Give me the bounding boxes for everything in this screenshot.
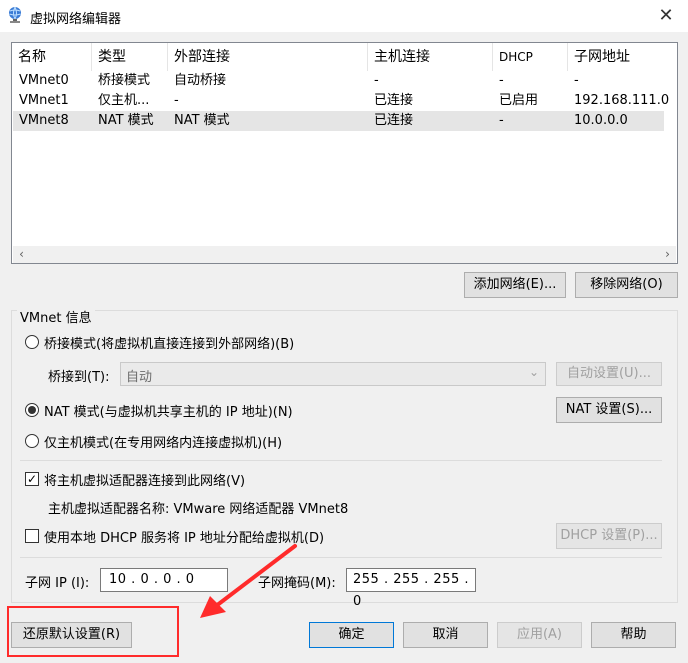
cell-name: VMnet8	[19, 113, 69, 128]
cell-dhcp: 已启用	[499, 93, 539, 108]
subnet-ip-label: 子网 IP (I):	[25, 576, 90, 591]
cell-type: 仅主机...	[98, 93, 150, 108]
annotation-arrow-icon	[200, 544, 297, 618]
vmnet-info-title: VMnet 信息	[17, 307, 95, 326]
auto-settings-button[interactable]: 自动设置(U)...	[556, 362, 662, 386]
subnet-mask-input[interactable]: 255 . 255 . 255 . 0	[346, 568, 476, 609]
cell-dhcp: -	[499, 73, 504, 88]
close-icon[interactable]: ✕	[650, 2, 682, 30]
bridge-to-select[interactable]: 自动 ⌄	[120, 362, 546, 386]
cell-host: 已连接	[374, 113, 414, 128]
network-globe-icon	[9, 6, 21, 23]
remove-network-button[interactable]: 移除网络(O)	[575, 272, 678, 298]
cell-host: -	[374, 73, 379, 88]
bridge-to-value: 自动	[126, 370, 153, 385]
cell-subnet: 10.0.0.0	[574, 113, 628, 128]
vmnet-info-group	[11, 310, 678, 603]
scroll-left-icon[interactable]: ‹	[13, 246, 30, 263]
window-title: 虚拟网络编辑器	[30, 12, 122, 27]
column-header-dhcp[interactable]: DHCP	[493, 43, 568, 71]
nat-mode-radio[interactable]	[25, 403, 39, 417]
scroll-right-icon[interactable]: ›	[659, 246, 676, 263]
divider	[20, 557, 662, 558]
annotation-highlight-box	[7, 606, 179, 657]
bridged-mode-radio[interactable]	[25, 335, 39, 349]
host-only-label[interactable]: 仅主机模式(在专用网络内连接虚拟机)(H)	[44, 432, 282, 451]
cell-external: 自动桥接	[174, 73, 227, 88]
column-header-name[interactable]: 名称	[12, 43, 92, 71]
nat-mode-label[interactable]: NAT 模式(与虚拟机共享主机的 IP 地址)(N)	[44, 401, 293, 420]
cell-host: 已连接	[374, 93, 414, 108]
divider	[20, 460, 662, 461]
table-row-selected[interactable]: VMnet8 NAT 模式 NAT 模式 已连接 - 10.0.0.0	[13, 111, 664, 131]
chevron-down-icon: ⌄	[528, 365, 539, 379]
column-header-subnet[interactable]: 子网地址	[568, 43, 677, 71]
cell-type: 桥接模式	[98, 73, 151, 88]
table-row[interactable]: VMnet1 仅主机... - 已连接 已启用 192.168.111.0	[13, 91, 669, 111]
cell-external: NAT 模式	[174, 113, 230, 128]
add-network-button[interactable]: 添加网络(E)...	[464, 272, 566, 298]
cell-external: -	[174, 93, 179, 108]
help-button[interactable]: 帮助	[591, 622, 676, 648]
check-icon: ✓	[26, 472, 38, 486]
radio-selected-dot	[28, 406, 36, 414]
horizontal-scrollbar[interactable]: ‹ ›	[13, 246, 676, 263]
cell-type: NAT 模式	[98, 113, 154, 128]
use-dhcp-checkbox[interactable]	[25, 529, 39, 543]
cell-subnet: -	[574, 73, 579, 88]
apply-button[interactable]: 应用(A)	[497, 622, 582, 648]
connect-adapter-checkbox[interactable]: ✓	[25, 472, 39, 486]
cell-subnet: 192.168.111.0	[574, 93, 670, 108]
bridge-to-label: 桥接到(T):	[48, 370, 110, 385]
cell-dhcp: -	[499, 113, 504, 128]
nat-settings-button[interactable]: NAT 设置(S)...	[556, 397, 662, 423]
network-table: 名称 类型 外部连接 主机连接 DHCP 子网地址 VMnet0 桥接模式 自动…	[11, 42, 678, 264]
column-header-type[interactable]: 类型	[92, 43, 168, 71]
dhcp-settings-button[interactable]: DHCP 设置(P)...	[556, 523, 662, 549]
cancel-button[interactable]: 取消	[403, 622, 488, 648]
cell-name: VMnet0	[19, 73, 69, 88]
host-only-radio[interactable]	[25, 434, 39, 448]
ok-button[interactable]: 确定	[309, 622, 394, 648]
column-header-external[interactable]: 外部连接	[168, 43, 368, 71]
adapter-name-text: 主机虚拟适配器名称: VMware 网络适配器 VMnet8	[48, 502, 349, 517]
bridged-mode-label[interactable]: 桥接模式(将虚拟机直接连接到外部网络)(B)	[44, 333, 294, 352]
table-row[interactable]: VMnet0 桥接模式 自动桥接 - - -	[13, 71, 664, 91]
column-header-host[interactable]: 主机连接	[368, 43, 493, 71]
cell-name: VMnet1	[19, 93, 69, 108]
connect-adapter-label[interactable]: 将主机虚拟适配器连接到此网络(V)	[44, 470, 245, 489]
